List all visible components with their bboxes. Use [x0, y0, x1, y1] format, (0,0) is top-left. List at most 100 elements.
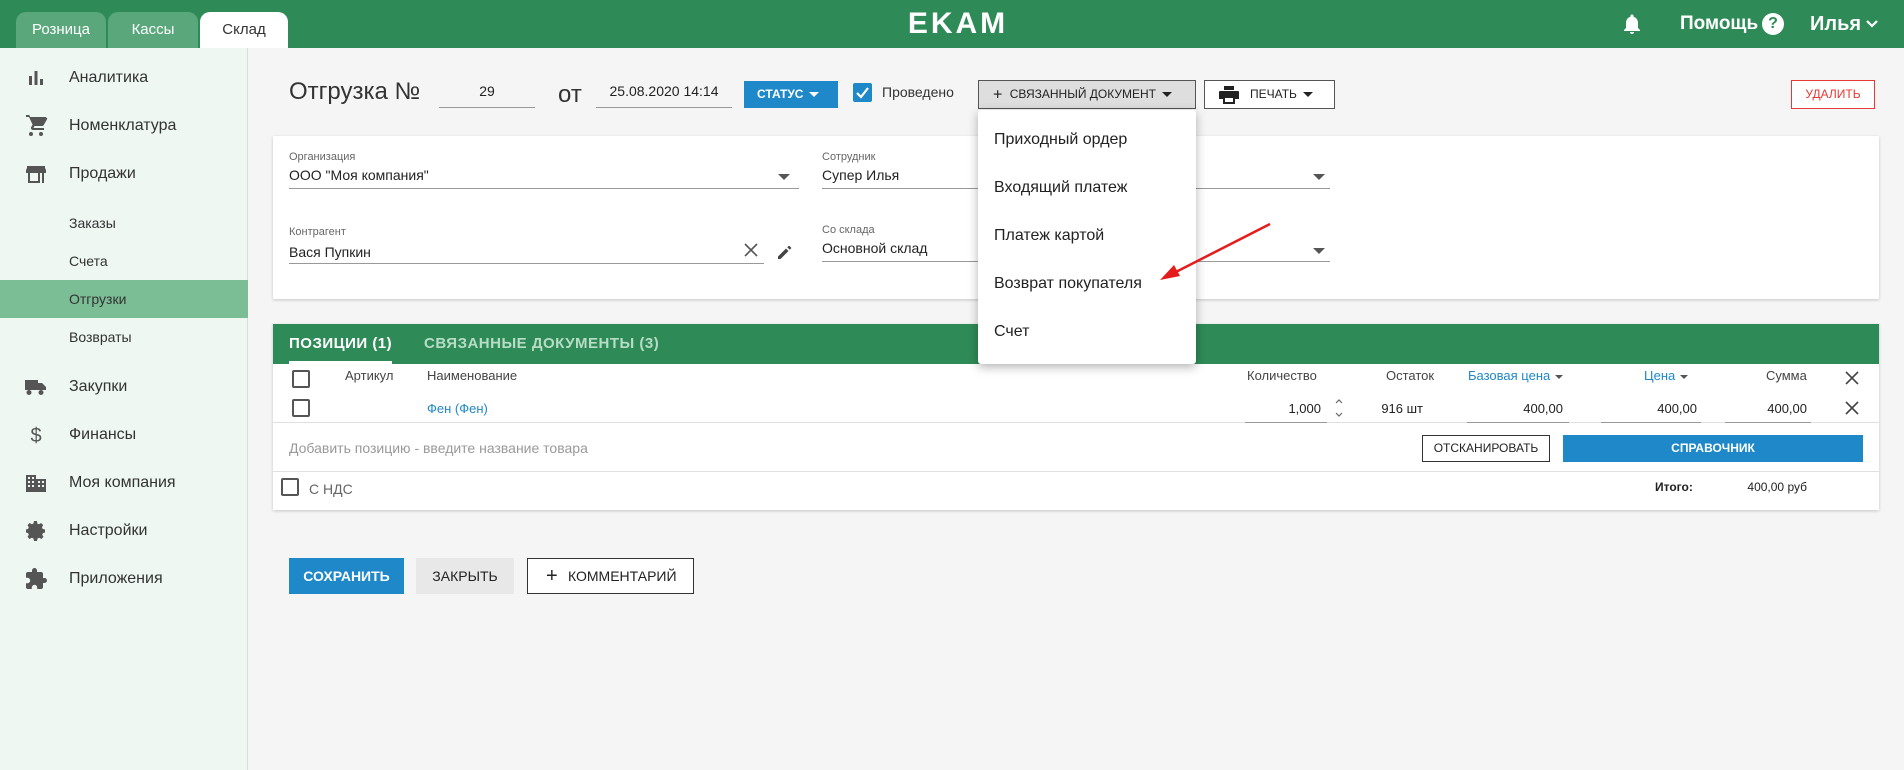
pencil-icon[interactable]	[775, 242, 795, 262]
printer-icon	[1219, 86, 1239, 104]
sidebar-item-label: Моя компания	[69, 474, 176, 491]
close-button[interactable]: ЗАКРЫТЬ	[416, 558, 514, 594]
document-date-input[interactable]: 25.08.2020 14:14	[596, 80, 732, 108]
warehouse-select[interactable]: Основной склад	[822, 240, 927, 256]
sidebar-item-label: Финансы	[69, 426, 137, 443]
add-comment-button[interactable]: + КОММЕНТАРИЙ	[527, 558, 694, 594]
check-icon	[856, 87, 869, 99]
help-link[interactable]: Помощь	[1680, 12, 1758, 36]
row-sum-input[interactable]: 400,00	[1725, 401, 1807, 416]
row-price-input[interactable]: 400,00	[1601, 401, 1697, 416]
bell-icon[interactable]	[1620, 12, 1644, 36]
reference-button[interactable]: СПРАВОЧНИК	[1563, 435, 1863, 462]
organization-select[interactable]: ООО "Моя компания"	[289, 167, 429, 183]
price-underline	[1601, 422, 1701, 423]
comment-label: КОММЕНТАРИЙ	[568, 568, 677, 584]
document-number-input[interactable]: 29	[439, 80, 535, 108]
column-header-name: Наименование	[427, 368, 518, 383]
sidebar-subitem-invoices[interactable]: Счета	[0, 242, 248, 280]
plus-icon: +	[993, 86, 1003, 104]
tab-warehouse[interactable]: Склад	[200, 12, 288, 48]
top-bar: Розница Кассы Склад EKAM Помощь ? Илья	[0, 0, 1904, 48]
counterparty-underline	[289, 263, 764, 264]
menu-item-invoice[interactable]: Счет	[978, 308, 1196, 356]
row-product-link[interactable]: Фен (Фен)	[427, 401, 488, 416]
posted-checkbox[interactable]	[853, 83, 872, 102]
sidebar-item-finance[interactable]: $ Финансы	[0, 413, 248, 457]
table-row: Фен (Фен) 1,000 916 шт 400,00 400,00 400…	[273, 393, 1879, 423]
sidebar-subitem-orders[interactable]: Заказы	[0, 204, 248, 242]
tab-linked-documents[interactable]: СВЯЗАННЫЕ ДОКУМЕНТЫ (3)	[424, 324, 659, 364]
sidebar-item-purchases[interactable]: Закупки	[0, 365, 248, 409]
organization-underline	[289, 188, 799, 189]
scan-button[interactable]: ОТСКАНИРОВАТЬ	[1422, 435, 1550, 462]
bar-chart-icon	[29, 71, 43, 85]
vat-checkbox[interactable]	[281, 478, 299, 496]
status-button[interactable]: СТАТУС	[744, 81, 838, 108]
menu-item-incoming-payment[interactable]: Входящий платеж	[978, 164, 1196, 212]
svg-text:$: $	[30, 425, 41, 447]
sidebar-item-label: Продажи	[69, 165, 136, 182]
dropdown-caret-icon[interactable]	[778, 174, 790, 180]
user-menu[interactable]: Илья	[1810, 12, 1861, 36]
dropdown-caret-icon[interactable]	[1313, 174, 1325, 180]
sidebar-item-label: Закупки	[69, 378, 128, 395]
sidebar: Аналитика Номенклатура Продажи Заказы Сч…	[0, 48, 248, 770]
chevron-down-icon[interactable]	[1864, 16, 1880, 32]
ekam-logo[interactable]: EKAM	[906, 8, 1010, 40]
menu-item-receipt-order[interactable]: Приходный ордер	[978, 116, 1196, 164]
page-title: Отгрузка №	[289, 78, 421, 105]
sidebar-subitem-label: Возвраты	[69, 329, 132, 345]
print-button[interactable]: ПЕЧАТЬ	[1204, 80, 1335, 109]
quantity-stepper-icon[interactable]	[1334, 396, 1344, 420]
select-all-checkbox[interactable]	[292, 370, 310, 388]
sidebar-subitem-shipments[interactable]: Отгрузки	[0, 280, 248, 318]
sidebar-item-nomenclature[interactable]: Номенклатура	[0, 104, 248, 148]
sidebar-subitem-label: Счета	[69, 253, 108, 269]
print-label: ПЕЧАТЬ	[1250, 87, 1297, 101]
sort-caret-icon	[1680, 374, 1689, 379]
clear-icon[interactable]	[743, 242, 759, 258]
column-header-sum: Сумма	[1766, 368, 1807, 383]
plus-icon: +	[546, 565, 558, 587]
linked-document-button[interactable]: + СВЯЗАННЫЙ ДОКУМЕНТ	[978, 80, 1196, 109]
sum-underline	[1725, 422, 1811, 423]
vat-label: С НДС	[309, 481, 353, 497]
building-icon	[26, 475, 46, 492]
column-header-base-price[interactable]: Базовая цена	[1468, 368, 1564, 383]
dropdown-caret-icon[interactable]	[1313, 248, 1325, 254]
row-quantity-input[interactable]: 1,000	[1245, 401, 1321, 416]
caret-down-icon	[809, 92, 820, 98]
sidebar-item-my-company[interactable]: Моя компания	[0, 461, 248, 505]
delete-button[interactable]: УДАЛИТЬ	[1791, 80, 1875, 109]
tab-positions[interactable]: ПОЗИЦИИ (1)	[289, 324, 393, 364]
sort-caret-icon	[1555, 374, 1564, 379]
save-button[interactable]: СОХРАНИТЬ	[289, 558, 404, 594]
employee-select[interactable]: Супер Илья	[822, 167, 899, 183]
price-header-label: Цена	[1644, 368, 1676, 383]
tab-cashdesks[interactable]: Кассы	[108, 12, 198, 48]
sidebar-item-analytics[interactable]: Аналитика	[0, 56, 248, 100]
sidebar-item-apps[interactable]: Приложения	[0, 557, 248, 601]
help-icon[interactable]: ?	[1762, 13, 1784, 35]
row-base-price-input[interactable]: 400,00	[1467, 401, 1563, 416]
row-checkbox[interactable]	[292, 399, 310, 417]
counterparty-field[interactable]: Вася Пупкин	[289, 244, 371, 260]
sidebar-item-label: Приложения	[69, 570, 163, 587]
cart-icon	[26, 115, 48, 136]
sidebar-subitem-returns[interactable]: Возвраты	[0, 318, 248, 356]
add-position-input[interactable]: Добавить позицию - введите название това…	[289, 440, 588, 456]
delete-row-icon[interactable]	[1844, 400, 1860, 416]
dollar-icon: $	[30, 425, 41, 447]
column-header-price[interactable]: Цена	[1644, 368, 1689, 383]
date-prefix-label: от	[558, 81, 582, 108]
store-icon	[26, 166, 46, 183]
counterparty-label: Контрагент	[289, 226, 346, 238]
employee-label: Сотрудник	[822, 151, 876, 163]
linked-document-label: СВЯЗАННЫЙ ДОКУМЕНТ	[1009, 87, 1156, 101]
sidebar-item-settings[interactable]: Настройки	[0, 509, 248, 553]
clear-all-icon[interactable]	[1844, 370, 1860, 386]
sidebar-item-sales[interactable]: Продажи	[0, 152, 248, 196]
tab-retail[interactable]: Розница	[16, 12, 106, 48]
column-header-stock: Остаток	[1386, 368, 1435, 383]
